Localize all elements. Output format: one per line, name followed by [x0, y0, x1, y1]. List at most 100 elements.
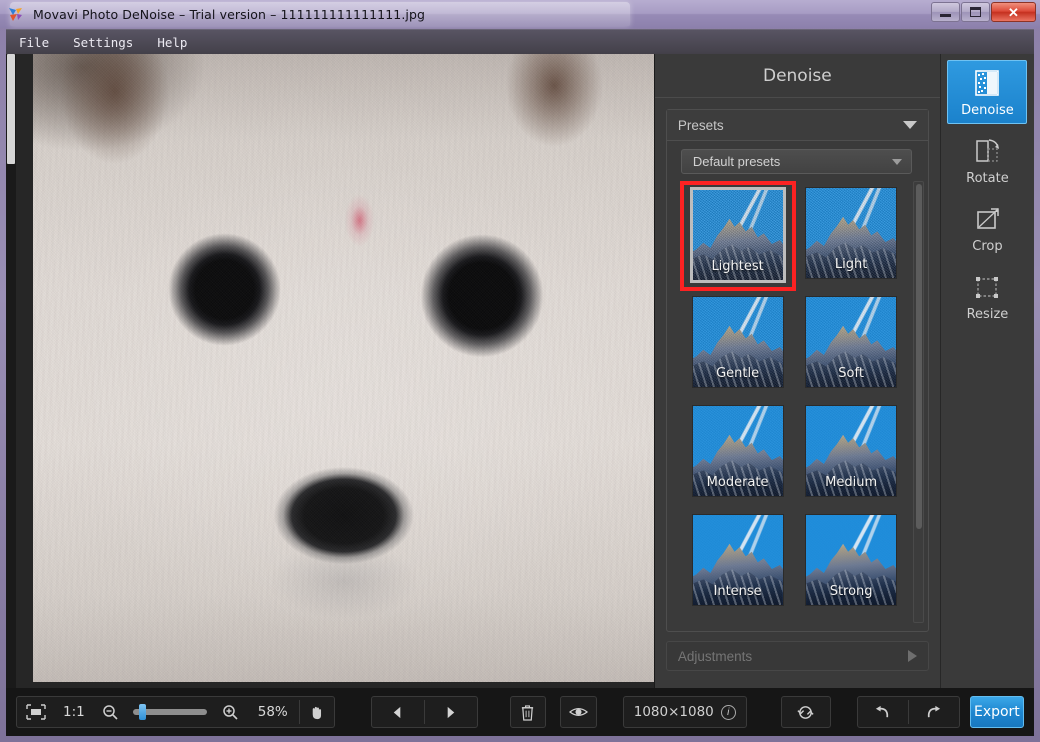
presets-scrollbar[interactable]: [912, 181, 924, 623]
zoom-in-button[interactable]: [213, 697, 247, 727]
denoise-panel: Denoise Presets Default presets Lightest…: [653, 54, 940, 688]
next-image-button[interactable]: [425, 697, 477, 727]
preset-label: Moderate: [706, 475, 769, 490]
crop-icon: [970, 203, 1004, 235]
previous-image-button[interactable]: [372, 697, 424, 727]
preset-light[interactable]: Light: [794, 184, 908, 293]
preset-medium[interactable]: Medium: [794, 402, 908, 511]
preset-label: Strong: [829, 584, 873, 599]
fit-to-screen-icon: [26, 704, 46, 720]
export-button[interactable]: Export: [969, 696, 1024, 728]
zoom-in-icon: [222, 705, 238, 720]
delete-group: [509, 696, 546, 728]
window-controls: ✕: [930, 1, 1036, 23]
canvas-scroll-thumb[interactable]: [7, 54, 15, 164]
chevron-right-icon: [907, 650, 917, 662]
canvas-vertical-scrollbar[interactable]: [6, 54, 16, 688]
close-button[interactable]: ✕: [991, 2, 1036, 22]
tool-label: Crop: [972, 238, 1003, 254]
preset-thumbnail: Soft: [805, 296, 898, 388]
reset-button[interactable]: [782, 697, 830, 727]
tool-label: Resize: [966, 306, 1009, 322]
preset-grid: Lightest Light Gentle Soft Moderate Medi…: [667, 181, 928, 620]
menu-item-settings[interactable]: Settings: [72, 33, 134, 52]
menu-item-help[interactable]: Help: [156, 33, 188, 52]
dog-photo-image: [33, 54, 654, 682]
adjustments-label: Adjustments: [677, 648, 753, 664]
tool-denoise[interactable]: Denoise: [947, 60, 1028, 124]
reset-group: [780, 696, 831, 728]
preset-moderate[interactable]: Moderate: [681, 402, 795, 511]
chevron-down-icon: [902, 121, 917, 129]
pan-tool-button[interactable]: [300, 697, 334, 727]
preset-label: Lightest: [711, 259, 764, 274]
preset-label: Medium: [825, 475, 878, 490]
window-title: Movavi Photo DeNoise – Trial version – 1…: [33, 6, 426, 22]
presets-body: Default presets Lightest Light Gentle So…: [667, 141, 928, 631]
zoom-controls-group: 1:1 58%: [16, 696, 335, 728]
presets-section-header[interactable]: Presets: [666, 110, 928, 141]
adjustments-section[interactable]: Adjustments: [665, 641, 929, 671]
tool-crop[interactable]: Crop: [947, 196, 1027, 260]
title-bar: Movavi Photo DeNoise – Trial version – 1…: [0, 0, 1040, 28]
preset-thumbnail: Strong: [805, 514, 898, 606]
preset-gentle[interactable]: Gentle: [681, 293, 795, 402]
denoise-icon: [970, 67, 1004, 99]
preset-label: Light: [834, 257, 868, 272]
tool-resize[interactable]: Resize: [947, 264, 1027, 328]
reset-icon: [797, 705, 814, 719]
preset-thumbnail: Intense: [691, 514, 784, 606]
tool-rotate[interactable]: Rotate: [947, 128, 1027, 192]
navigation-group: [370, 696, 478, 728]
chevron-down-icon: [891, 158, 902, 165]
resolution-value: 1080×1080: [633, 704, 714, 720]
bottom-toolbar: 1:1 58% 1080×1080 i Export: [6, 688, 1034, 736]
preset-thumbnail: Medium: [805, 405, 898, 497]
resolution-group[interactable]: 1080×1080 i: [622, 696, 747, 728]
redo-button[interactable]: [909, 697, 959, 727]
preset-grid-wrapper: Lightest Light Gentle Soft Moderate Medi…: [667, 181, 928, 623]
photo-preview[interactable]: [33, 54, 654, 682]
minimize-icon: [940, 14, 951, 17]
preset-category-dropdown[interactable]: Default presets: [680, 149, 912, 174]
tool-label: Denoise: [961, 102, 1014, 118]
info-icon[interactable]: i: [720, 704, 736, 720]
preset-thumbnail: Lightest: [689, 187, 786, 283]
presets-header-label: Presets: [677, 117, 724, 133]
preset-strong[interactable]: Strong: [794, 511, 908, 620]
undo-button[interactable]: [858, 697, 908, 727]
maximize-button[interactable]: [961, 2, 990, 22]
application-window: Movavi Photo DeNoise – Trial version – 1…: [0, 0, 1040, 742]
preset-label: Gentle: [716, 366, 760, 381]
image-canvas[interactable]: [6, 54, 654, 688]
presets-scroll-thumb[interactable]: [915, 184, 922, 529]
compare-button[interactable]: [561, 697, 596, 727]
compare-group: [559, 696, 597, 728]
preset-intense[interactable]: Intense: [681, 511, 795, 620]
preset-lightest[interactable]: Lightest: [679, 181, 796, 293]
panel-title: Denoise: [654, 54, 940, 98]
minimize-button[interactable]: [931, 2, 960, 22]
previous-image-icon: [394, 706, 401, 718]
menu-bar: File Settings Help: [6, 29, 1034, 54]
next-image-icon: [447, 706, 455, 718]
history-group: [856, 696, 960, 728]
actual-size-button[interactable]: 1:1: [55, 697, 93, 727]
rotate-icon: [970, 135, 1004, 167]
zoom-out-icon: [102, 705, 118, 720]
preset-thumbnail: Light: [805, 187, 898, 279]
zoom-slider-handle[interactable]: [138, 704, 146, 720]
undo-icon: [876, 705, 889, 717]
zoom-out-button[interactable]: [93, 697, 127, 727]
preset-soft[interactable]: Soft: [794, 293, 908, 402]
zoom-slider[interactable]: [132, 704, 207, 720]
preset-thumbnail: Gentle: [691, 296, 784, 388]
tool-label: Rotate: [966, 170, 1009, 186]
menu-item-file[interactable]: File: [18, 33, 50, 52]
preset-label: Intense: [713, 584, 762, 599]
delete-button[interactable]: [511, 697, 545, 727]
main-body: Denoise Presets Default presets Lightest…: [6, 54, 1034, 688]
presets-section: Presets Default presets Lightest Light G…: [665, 109, 929, 632]
maximize-icon: [970, 7, 981, 17]
fit-to-screen-button[interactable]: [17, 697, 55, 727]
